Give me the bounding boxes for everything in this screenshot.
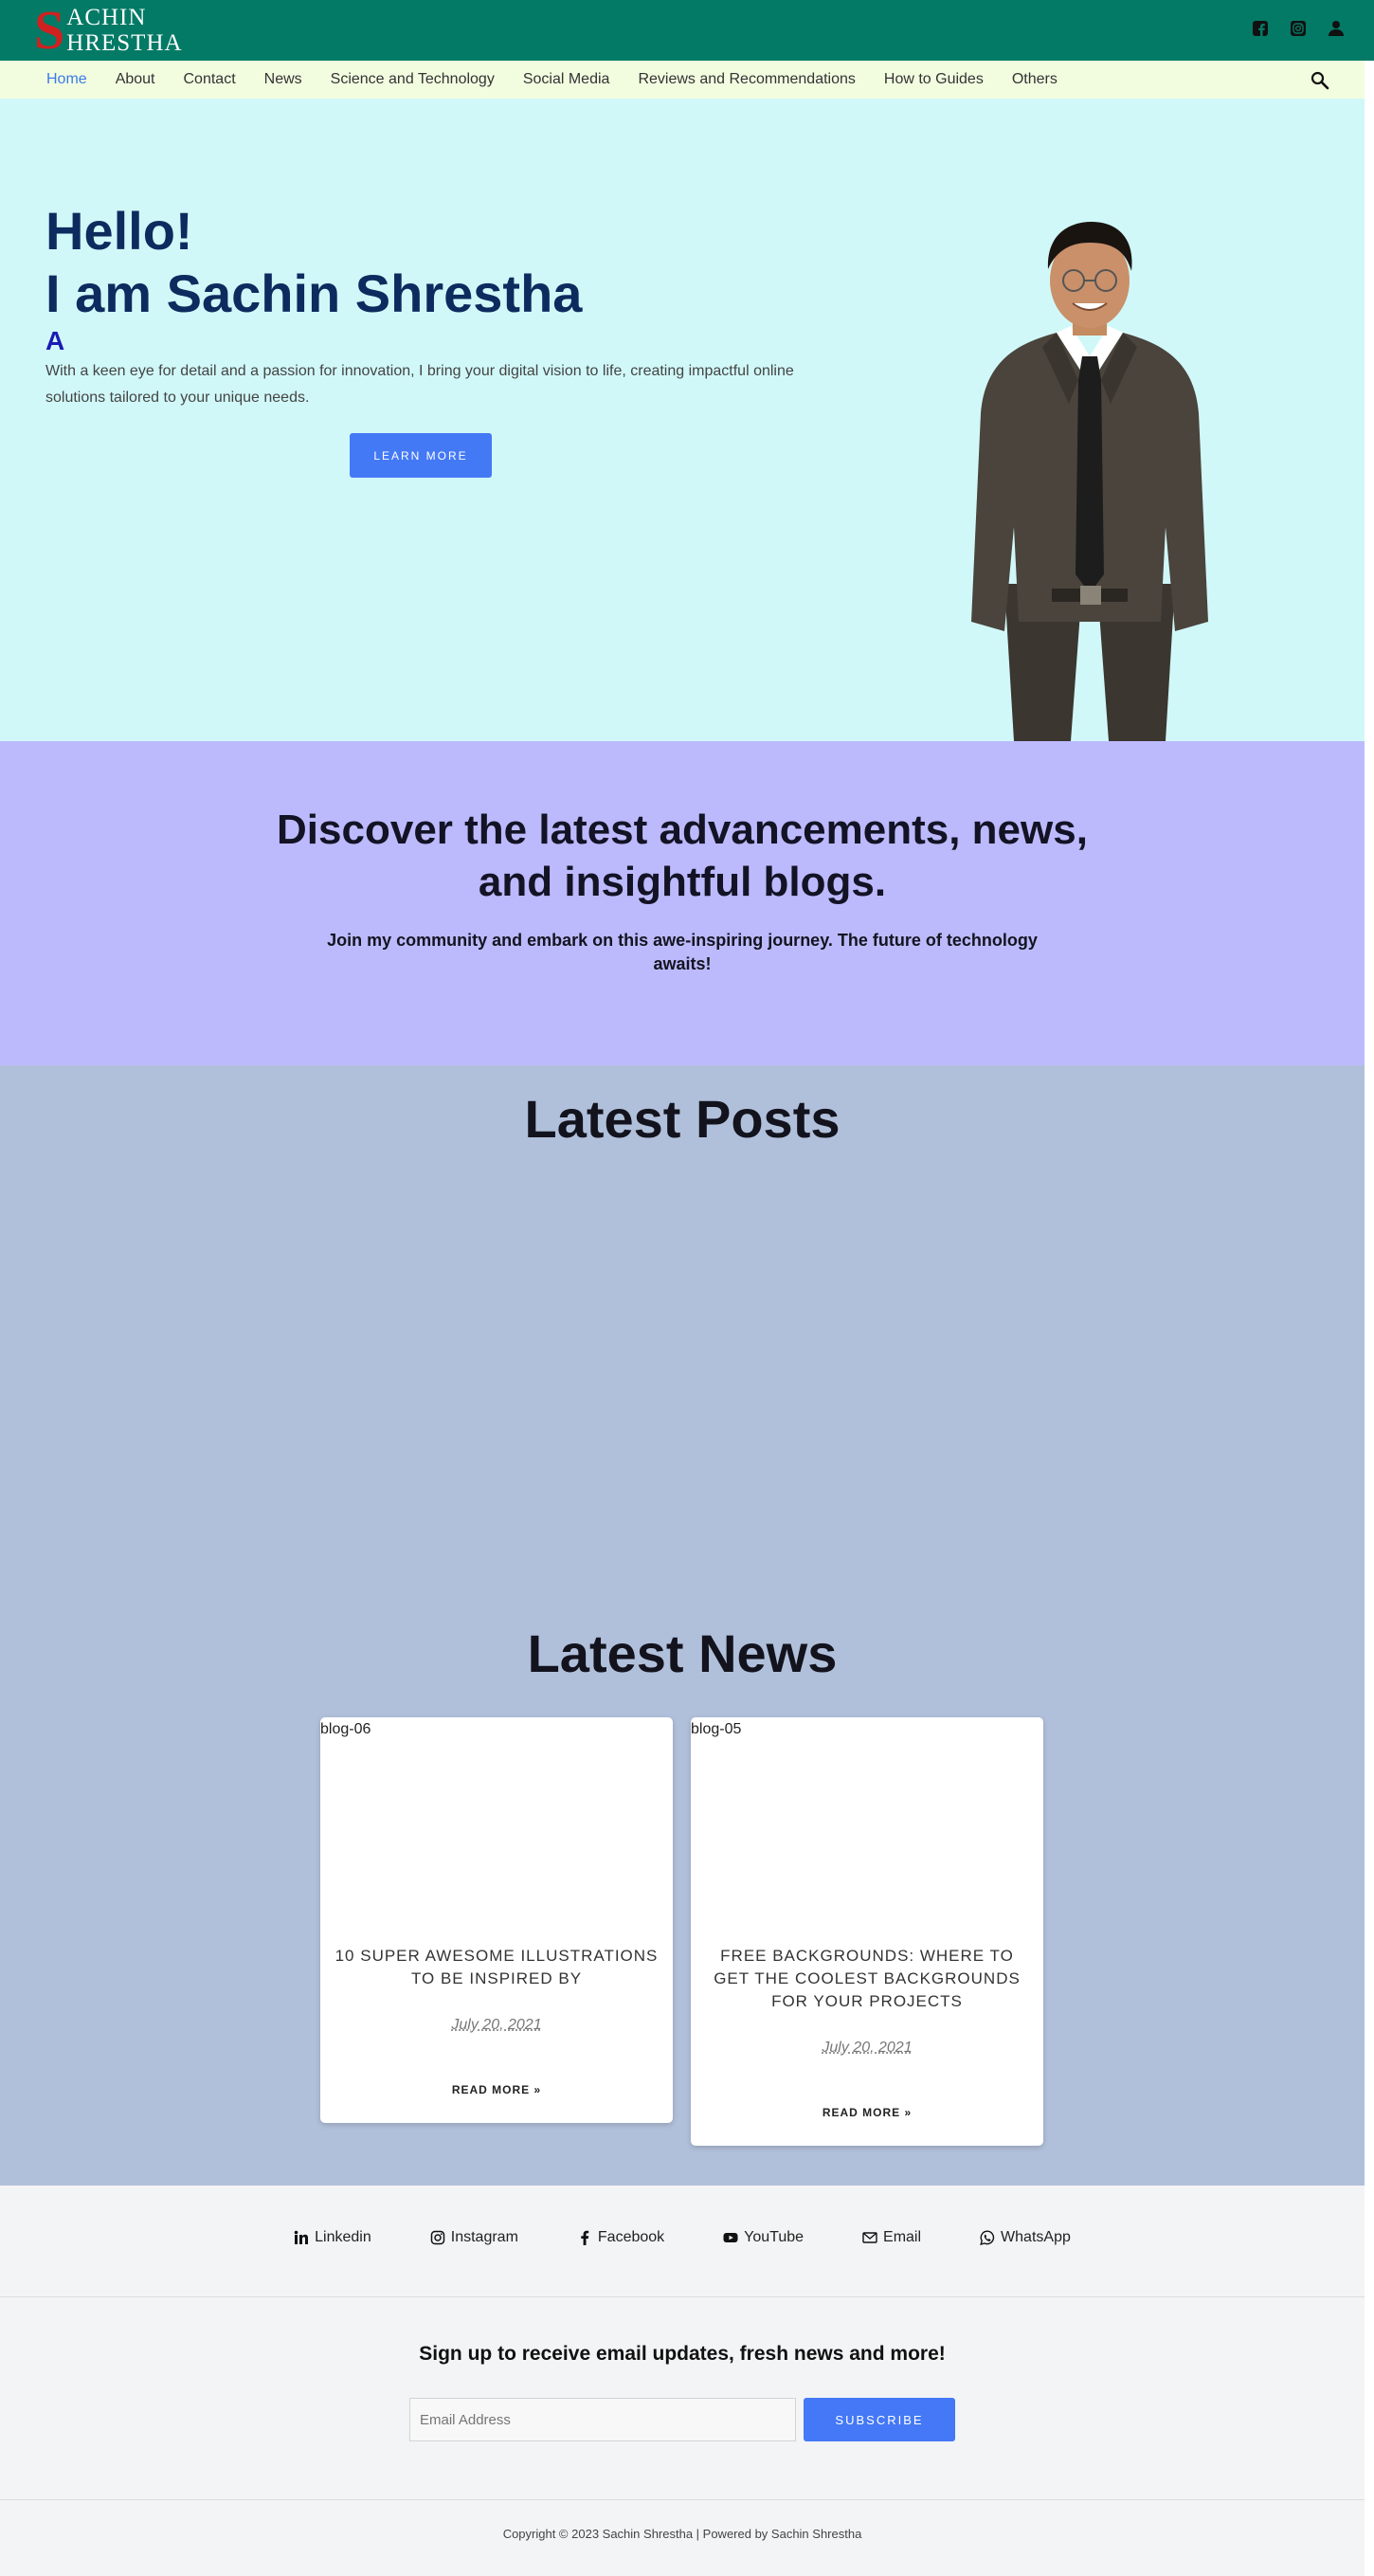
instagram-icon <box>430 2230 444 2245</box>
social-links-bar: Linkedin Instagram Facebook YouTube Emai… <box>0 2186 1374 2297</box>
hero-name-heading: I am Sachin Shrestha <box>45 263 583 323</box>
copyright-text: Copyright © 2023 Sachin Shrestha | Power… <box>502 2527 862 2541</box>
logo-initial: S <box>34 0 65 61</box>
social-label: WhatsApp <box>1001 2229 1071 2245</box>
nav-item-about[interactable]: About <box>101 71 170 88</box>
news-card-title[interactable]: 10 Super Awesome Illustrations to Be Ins… <box>330 1945 663 1990</box>
site-header: S ACHIN HRESTHA <box>0 0 1374 61</box>
news-card: blog-05 Free Backgrounds: Where to Get t… <box>691 1717 1043 2146</box>
hero-greeting: Hello! <box>45 201 193 261</box>
profile-photo <box>971 222 1208 741</box>
discover-section: Discover the latest advancements, news, … <box>0 741 1365 1065</box>
social-label: Instagram <box>450 2229 518 2245</box>
news-card-date[interactable]: July 20, 2021 <box>691 2040 1043 2057</box>
subscribe-button[interactable]: Subscribe <box>804 2398 955 2441</box>
nav-item-reviews[interactable]: Reviews and Recommendations <box>624 71 869 88</box>
social-link-whatsapp[interactable]: WhatsApp <box>980 2229 1071 2246</box>
social-link-email[interactable]: Email <box>862 2229 921 2246</box>
news-card-image[interactable]: blog-05 <box>691 1717 1043 1935</box>
social-label: YouTube <box>744 2229 805 2245</box>
linkedin-icon <box>294 2230 309 2244</box>
site-logo[interactable]: S ACHIN HRESTHA <box>34 0 183 61</box>
hero-typed-text: A <box>45 326 65 355</box>
image-alt-text: blog-06 <box>320 1721 371 1737</box>
search-icon[interactable] <box>1310 70 1330 91</box>
social-link-linkedin[interactable]: Linkedin <box>294 2229 371 2246</box>
social-links: Linkedin Instagram Facebook YouTube Emai… <box>0 2229 1365 2246</box>
discover-subheading: Join my community and embark on this awe… <box>327 931 1038 973</box>
social-link-instagram[interactable]: Instagram <box>430 2229 518 2246</box>
discover-heading: Discover the latest advancements, news, … <box>277 807 1088 905</box>
hero-description: With a keen eye for detail and a passion… <box>45 363 794 406</box>
image-alt-text: blog-05 <box>691 1721 742 1737</box>
nav-item-home[interactable]: Home <box>32 71 101 88</box>
latest-posts-heading: Latest Posts <box>524 1089 841 1149</box>
user-icon[interactable] <box>1327 19 1346 38</box>
social-label: Email <box>883 2229 922 2245</box>
logo-line-2: HRESTHA <box>66 30 183 56</box>
social-link-facebook[interactable]: Facebook <box>577 2229 664 2246</box>
social-label: Facebook <box>597 2229 665 2245</box>
email-icon <box>862 2232 877 2243</box>
instagram-icon[interactable] <box>1289 19 1308 38</box>
read-more-link[interactable]: Read More » <box>320 2083 673 2096</box>
social-label: Linkedin <box>315 2229 371 2245</box>
logo-text: ACHIN HRESTHA <box>66 5 182 56</box>
social-link-youtube[interactable]: YouTube <box>723 2229 804 2246</box>
nav-item-contact[interactable]: Contact <box>170 71 250 88</box>
news-card-title[interactable]: Free Backgrounds: Where to Get the Coole… <box>700 1945 1034 2013</box>
facebook-icon[interactable] <box>1251 19 1270 38</box>
page-scrollbar[interactable] <box>1365 61 1374 2576</box>
newsletter-section: Sign up to receive email updates, fresh … <box>0 2297 1374 2500</box>
news-card-image[interactable]: blog-06 <box>320 1717 673 1935</box>
youtube-icon <box>723 2233 738 2242</box>
nav-item-news[interactable]: News <box>250 71 316 88</box>
news-card: blog-06 10 Super Awesome Illustrations t… <box>320 1717 673 2123</box>
main-navigation: Home About Contact News Science and Tech… <box>0 61 1365 99</box>
latest-news-heading: Latest News <box>527 1624 838 1683</box>
facebook-icon <box>581 2230 589 2245</box>
nav-item-how-to-guides[interactable]: How to Guides <box>870 71 998 88</box>
hero-section: Hello! I am Sachin Shrestha A With a kee… <box>0 99 1365 741</box>
posts-section: Latest Posts Latest News blog-06 10 Supe… <box>0 1065 1365 2186</box>
read-more-link[interactable]: Read More » <box>691 2106 1043 2119</box>
news-card-date[interactable]: July 20, 2021 <box>320 2017 673 2034</box>
nav-item-others[interactable]: Others <box>998 71 1072 88</box>
nav-item-social-media[interactable]: Social Media <box>509 71 624 88</box>
newsletter-heading: Sign up to receive email updates, fresh … <box>419 2343 946 2365</box>
learn-more-button[interactable]: Learn More <box>350 433 492 478</box>
whatsapp-icon <box>980 2230 995 2245</box>
logo-line-1: ACHIN <box>66 5 147 30</box>
nav-menu: Home About Contact News Science and Tech… <box>32 61 1072 99</box>
nav-item-science-technology[interactable]: Science and Technology <box>316 71 509 88</box>
email-field[interactable] <box>409 2398 796 2441</box>
header-social-icons <box>1251 19 1346 38</box>
